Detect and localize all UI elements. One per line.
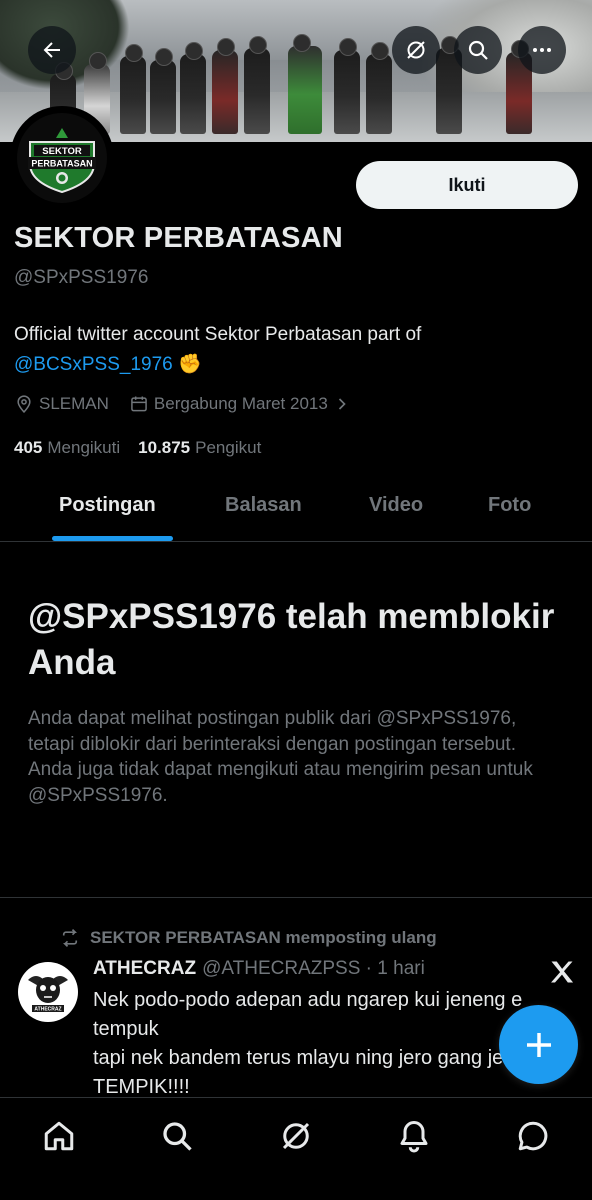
tab-balasan[interactable]: Balasan <box>225 494 302 517</box>
bio-emoji: ✊ <box>178 354 202 375</box>
bottom-navigation <box>0 1097 592 1200</box>
joined-text: Bergabung Maret 2013 <box>153 394 328 413</box>
plus-icon <box>526 1032 551 1057</box>
banner-rider <box>180 42 206 134</box>
followers-stat[interactable]: 10.875 Pengikut <box>138 438 261 458</box>
followers-count: 10.875 <box>138 438 191 457</box>
profile-display-name: SEKTOR PERBATASAN <box>14 222 343 254</box>
profile-stats: 405 Mengikuti 10.875 Pengikut <box>14 438 279 458</box>
active-tab-indicator <box>52 536 173 541</box>
more-horizontal-icon <box>533 48 551 52</box>
banner-rider <box>120 44 146 134</box>
banner-rider <box>212 38 238 134</box>
location-pin-icon <box>17 395 31 413</box>
profile-meta: SLEMAN Bergabung Maret 2013 <box>14 392 372 416</box>
post-author-name[interactable]: ATHECRAZ <box>93 958 196 979</box>
repost-indicator: SEKTOR PERBATASAN memposting ulang <box>60 928 437 948</box>
blocked-notice-description: Anda dapat melihat postingan publik dari… <box>28 708 533 806</box>
bio-text: Official twitter account Sektor Perbatas… <box>14 324 422 345</box>
calendar-icon <box>131 396 147 412</box>
home-icon <box>44 1121 74 1151</box>
banner-rider <box>288 34 322 134</box>
avatar-logo-line2: PERBATASAN <box>31 159 92 169</box>
nav-notifications[interactable] <box>396 1118 432 1154</box>
chevron-right-icon <box>338 398 346 410</box>
follow-button[interactable]: Ikuti <box>356 161 578 209</box>
profile-avatar[interactable]: SEKTOR PERBATASAN <box>10 106 114 210</box>
repost-label: SEKTOR PERBATASAN memposting ulang <box>90 928 437 947</box>
banner-rider <box>366 42 392 134</box>
following-stat[interactable]: 405 Mengikuti <box>14 438 120 458</box>
post-header: ATHECRAZ @ATHECRAZPSS · 1 hari <box>93 958 425 980</box>
following-count: 405 <box>14 438 43 457</box>
profile-handle: @SPxPSS1976 <box>14 267 149 288</box>
compose-post-button[interactable] <box>499 1005 578 1084</box>
repost-icon <box>62 929 78 947</box>
messages-icon <box>518 1121 548 1151</box>
banner-rider <box>150 48 176 134</box>
search-icon <box>468 40 488 60</box>
notifications-icon <box>400 1121 428 1153</box>
back-button[interactable] <box>28 26 76 74</box>
bio-mention-link[interactable]: @BCSxPSS_1976 <box>14 354 173 375</box>
grok-button[interactable] <box>392 26 440 74</box>
post-avatar-text: ATHECRAZ <box>34 1007 61 1013</box>
tab-foto[interactable]: Foto <box>488 494 531 517</box>
tab-video[interactable]: Video <box>369 494 423 517</box>
section-divider <box>0 897 592 898</box>
avatar-logo-line1: SEKTOR <box>42 146 82 157</box>
nav-search[interactable] <box>159 1118 195 1154</box>
banner-rider <box>334 38 360 134</box>
profile-page: SEKTOR PERBATASAN Ikuti SEKTOR PERBATASA… <box>0 0 592 1200</box>
blocked-notice-title: @SPxPSS1976 telah memblokir Anda <box>28 597 555 682</box>
arrow-left-icon <box>43 42 60 58</box>
nav-grok[interactable] <box>278 1118 314 1154</box>
search-button[interactable] <box>454 26 502 74</box>
grok-icon <box>282 1122 310 1150</box>
tab-postingan[interactable]: Postingan <box>59 494 156 517</box>
location-text: SLEMAN <box>39 394 109 413</box>
following-label: Mengikuti <box>47 438 121 457</box>
search-icon <box>163 1122 192 1151</box>
sektor-perbatasan-logo: SEKTOR PERBATASAN <box>17 113 107 203</box>
post-time: · 1 hari <box>365 958 425 979</box>
more-button[interactable] <box>518 26 566 74</box>
followers-label: Pengikut <box>195 438 262 457</box>
profile-joined[interactable]: Bergabung Maret 2013 <box>129 394 352 414</box>
post-author-avatar[interactable]: ATHECRAZ <box>18 962 78 1022</box>
profile-location: SLEMAN <box>14 394 109 414</box>
x-logo-icon <box>551 961 574 983</box>
athecraz-logo: ATHECRAZ <box>28 976 68 1013</box>
banner-rider <box>244 36 270 134</box>
nav-home[interactable] <box>41 1118 77 1154</box>
nav-messages[interactable] <box>515 1118 551 1154</box>
grok-icon <box>407 41 425 59</box>
profile-tabs: Postingan Balasan Video Foto <box>0 480 592 542</box>
profile-bio: Official twitter account Sektor Perbatas… <box>14 320 574 380</box>
post-author-handle[interactable]: @ATHECRAZPSS <box>202 958 360 979</box>
